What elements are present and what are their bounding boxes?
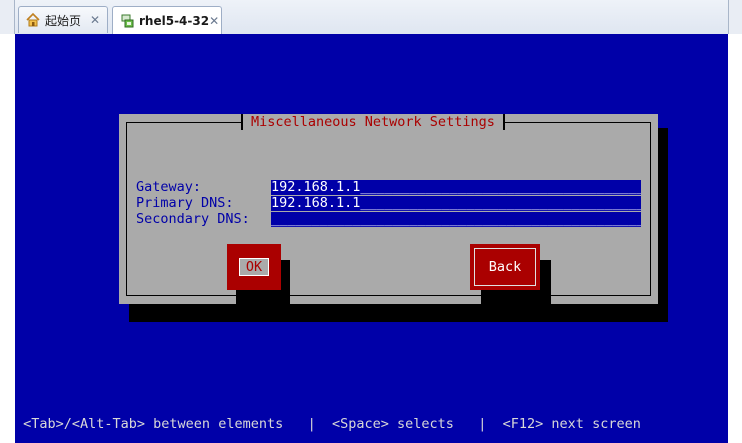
tab-vm-label: rhel5-4-32 — [139, 13, 210, 28]
ok-button-label: OK — [238, 258, 270, 276]
dialog-title: Miscellaneous Network Settings — [241, 114, 505, 130]
tab-strip: 起始页 ✕ rhel5-4-32 ✕ — [0, 0, 742, 35]
gateway-fill: _____________________________________ — [360, 180, 641, 195]
secondary-dns-input[interactable]: ________________________________________… — [271, 212, 641, 227]
tab-home[interactable]: 起始页 ✕ — [18, 6, 108, 33]
tab-strip-right-edge — [728, 0, 742, 34]
home-icon — [25, 12, 41, 28]
primary-dns-label: Primary DNS: — [136, 195, 234, 211]
back-button[interactable]: Back — [470, 244, 540, 290]
back-button-frame — [474, 248, 536, 286]
vm-console[interactable]: Miscellaneous Network Settings Gateway: … — [15, 34, 728, 443]
tab-strip-left-edge — [0, 0, 15, 34]
console-frame: Miscellaneous Network Settings Gateway: … — [0, 34, 742, 443]
gateway-value: 192.168.1.1 — [271, 180, 361, 195]
gateway-input[interactable]: 192.168.1.1_____________________________… — [271, 180, 641, 195]
primary-dns-input[interactable]: 192.168.1.1_____________________________… — [271, 196, 641, 211]
close-icon[interactable]: ✕ — [88, 13, 102, 27]
help-line: <Tab>/<Alt-Tab> between elements | <Spac… — [15, 416, 641, 432]
tab-vm[interactable]: rhel5-4-32 ✕ — [112, 6, 222, 34]
vm-icon — [119, 13, 135, 29]
ok-button[interactable]: OK — [227, 244, 281, 290]
primary-dns-value: 192.168.1.1 — [271, 196, 361, 211]
close-icon[interactable]: ✕ — [209, 14, 219, 28]
secondary-dns-label: Secondary DNS: — [136, 211, 250, 227]
gateway-label: Gateway: — [136, 179, 202, 195]
secondary-dns-fill: ________________________________________… — [271, 212, 641, 227]
network-settings-dialog: Miscellaneous Network Settings Gateway: … — [119, 114, 658, 306]
tab-home-label: 起始页 — [45, 13, 82, 28]
primary-dns-fill: _____________________________________ — [360, 196, 641, 211]
